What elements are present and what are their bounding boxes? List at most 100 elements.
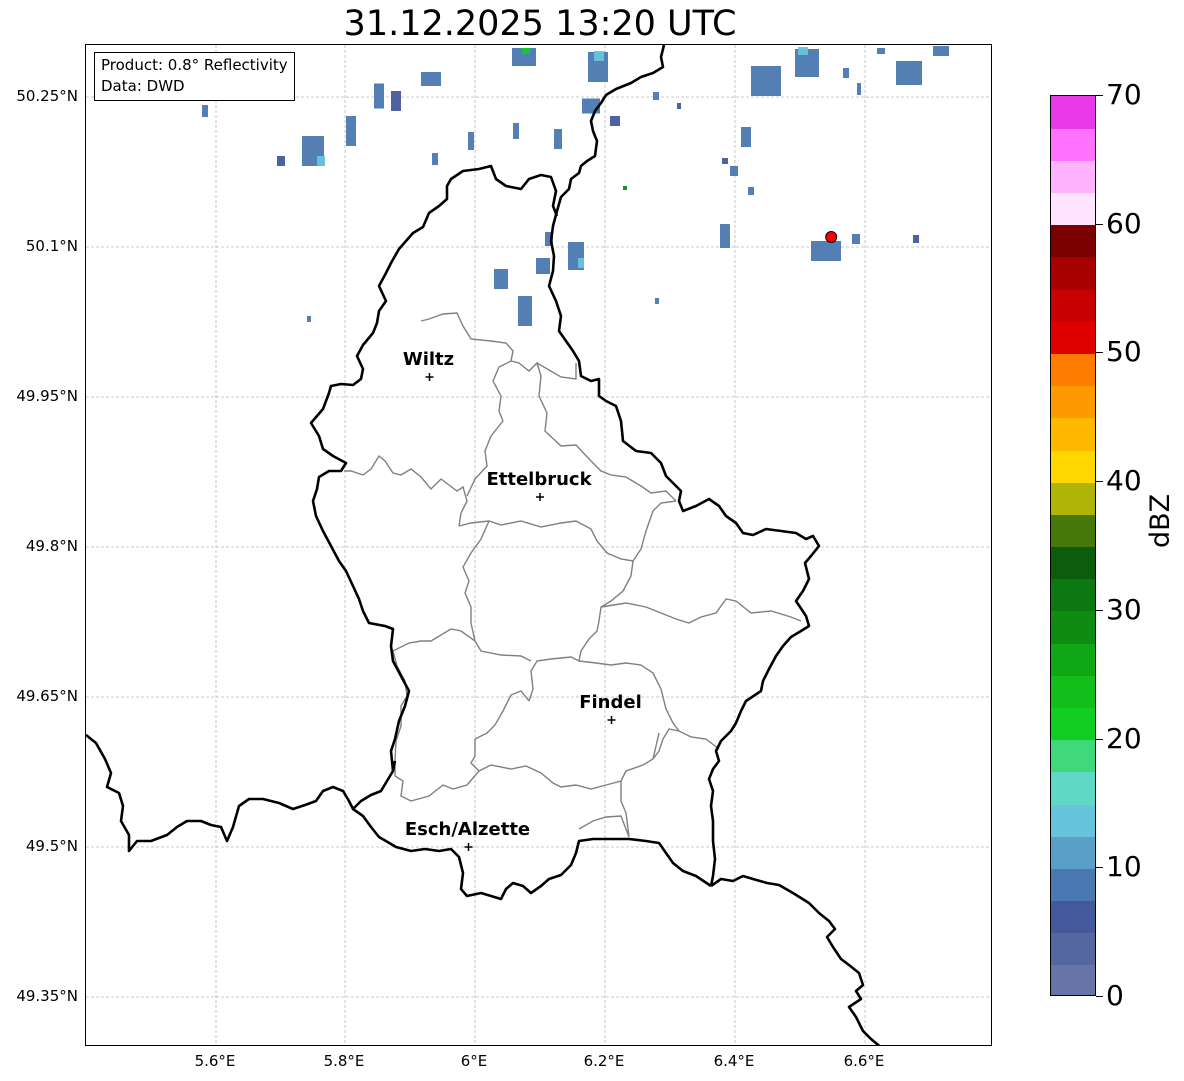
- info-product: Product: 0.8° Reflectivity: [101, 56, 288, 74]
- city-label: Ettelbruck: [486, 469, 592, 490]
- map-panel[interactable]: [85, 44, 992, 1046]
- colorbar-title: dBZ: [1145, 493, 1176, 548]
- radar-echoes: [202, 46, 949, 326]
- lon-tick-label: 6°E: [460, 1052, 488, 1070]
- radar-echo: [432, 153, 438, 165]
- city-marker: [536, 493, 544, 501]
- lon-tick-label: 6.6°E: [843, 1052, 885, 1070]
- colorbar-segment: [1051, 482, 1095, 515]
- radar-echo: [307, 316, 311, 322]
- lat-tick-label: 49.65°N: [16, 687, 78, 705]
- radar-echo: [811, 241, 841, 261]
- colorbar-segment: [1051, 514, 1095, 548]
- colorbar-tick: [1096, 481, 1103, 483]
- info-box: Product: 0.8° Reflectivity Data: DWD: [94, 52, 295, 101]
- city-marker: [607, 716, 616, 724]
- lat-tick-label: 49.8°N: [25, 537, 78, 555]
- radar-echo: [421, 72, 441, 86]
- radar-echo: [536, 258, 550, 274]
- colorbar-segment: [1051, 160, 1095, 194]
- colorbar-segment: [1051, 385, 1095, 419]
- colorbar-segment: [1051, 675, 1095, 708]
- radar-echo: [653, 92, 659, 100]
- radar-echo: [857, 83, 861, 95]
- colorbar: [1050, 95, 1096, 996]
- colorbar-segment: [1051, 128, 1095, 161]
- colorbar-tick: [1096, 738, 1103, 740]
- colorbar-tick: [1096, 223, 1103, 225]
- lon-tick-label: 5.6°E: [194, 1052, 236, 1070]
- colorbar-segment: [1051, 578, 1095, 612]
- radar-echo: [346, 116, 356, 146]
- colorbar-segment: [1051, 932, 1095, 966]
- lat-tick-label: 49.35°N: [16, 987, 78, 1005]
- colorbar-tick-label: 0: [1106, 979, 1124, 1012]
- radar-echo: [594, 51, 604, 61]
- radar-echo: [933, 46, 949, 56]
- radar-echo: [913, 235, 919, 243]
- colorbar-tick: [1096, 609, 1103, 611]
- colorbar-segment: [1051, 868, 1095, 902]
- radar-echo: [852, 234, 860, 244]
- lat-tick-label: 50.25°N: [16, 87, 78, 105]
- radar-echo: [578, 258, 584, 268]
- colorbar-tick: [1096, 95, 1103, 96]
- colorbar-segment: [1051, 836, 1095, 869]
- colorbar-segment: [1051, 353, 1095, 387]
- city-markers: [425, 373, 616, 851]
- gridlines: [86, 45, 991, 1045]
- map-canvas: [86, 45, 991, 1045]
- lon-tick-label: 5.8°E: [323, 1052, 365, 1070]
- lon-tick-label: 6.4°E: [713, 1052, 755, 1070]
- radar-echo: [896, 61, 922, 85]
- radar-site-marker: [825, 231, 838, 243]
- lat-tick-label: 49.5°N: [25, 837, 78, 855]
- lat-tick-label: 49.95°N: [16, 387, 78, 405]
- colorbar-tick-label: 70: [1106, 78, 1142, 111]
- radar-echo: [741, 127, 751, 147]
- radar-echo: [522, 48, 530, 54]
- colorbar-segment: [1051, 707, 1095, 741]
- radar-echo: [554, 129, 562, 149]
- radar-echo: [468, 132, 474, 150]
- colorbar-tick-label: 60: [1106, 206, 1142, 240]
- colorbar-tick-label: 30: [1106, 592, 1142, 626]
- radar-echo: [202, 105, 208, 117]
- radar-echo: [623, 186, 627, 190]
- colorbar-tick: [1096, 352, 1103, 354]
- colorbar-tick-label: 20: [1106, 721, 1142, 755]
- colorbar-tick: [1096, 996, 1103, 997]
- radar-echo: [798, 47, 808, 55]
- radar-echo: [513, 123, 519, 139]
- radar-echo: [748, 187, 754, 195]
- colorbar-segment: [1051, 289, 1095, 322]
- info-data-source: Data: DWD: [101, 77, 185, 95]
- map-title: 31.12.2025 13:20 UTC: [343, 4, 737, 44]
- city-label: Findel: [579, 692, 642, 713]
- canton-borders: [344, 312, 802, 838]
- colorbar-segment: [1051, 192, 1095, 226]
- colorbar-segment: [1051, 546, 1095, 580]
- national-borders: [86, 45, 881, 1045]
- radar-echo: [391, 91, 401, 111]
- colorbar-segment: [1051, 739, 1095, 773]
- city-marker: [425, 373, 434, 381]
- colorbar-segment: [1051, 771, 1095, 805]
- colorbar-segment: [1051, 900, 1095, 934]
- colorbar-tick-label: 40: [1106, 464, 1142, 498]
- colorbar-segment: [1051, 256, 1095, 290]
- radar-echo: [610, 116, 620, 126]
- radar-echo: [843, 68, 849, 78]
- colorbar-segment: [1051, 321, 1095, 355]
- radar-echo: [677, 103, 681, 109]
- city-marker: [464, 843, 473, 851]
- colorbar-segment: [1051, 417, 1095, 451]
- colorbar-tick: [1096, 867, 1103, 869]
- radar-echo: [720, 224, 730, 248]
- lon-tick-label: 6.2°E: [583, 1052, 625, 1070]
- colorbar-segment: [1051, 964, 1095, 995]
- colorbar-segment: [1051, 643, 1095, 676]
- colorbar-segment: [1051, 449, 1095, 483]
- city-label: Wiltz: [402, 349, 455, 370]
- radar-echo: [655, 298, 659, 304]
